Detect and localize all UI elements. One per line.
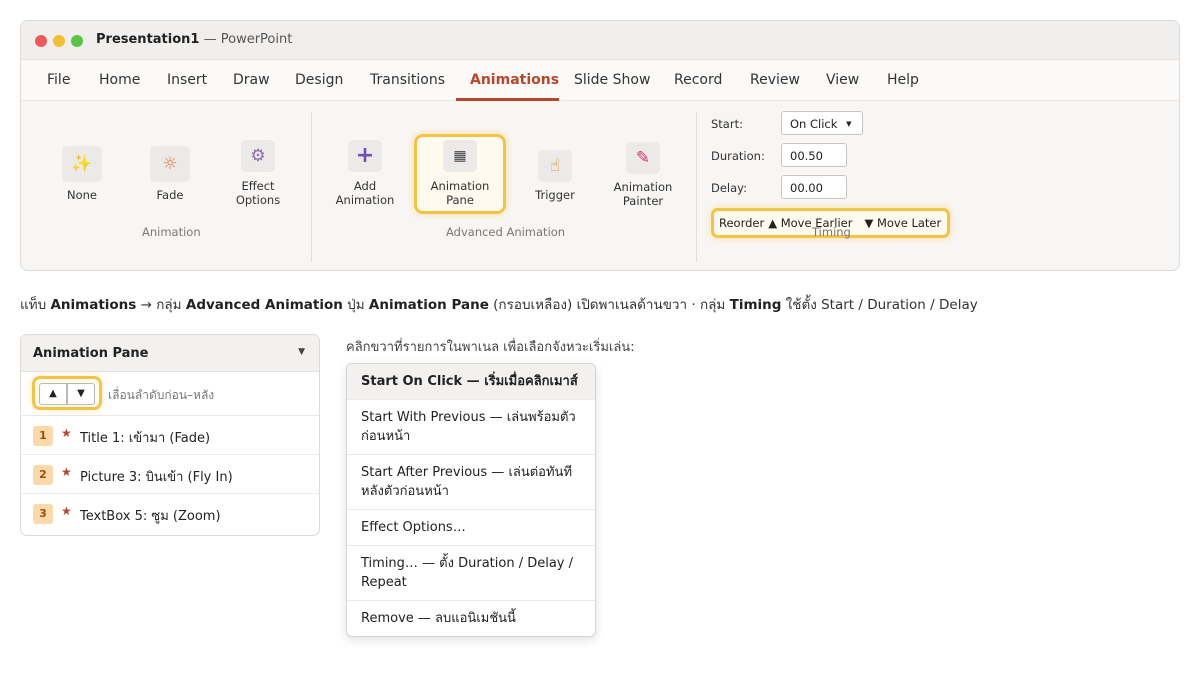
maximize-window-button[interactable]	[71, 35, 83, 47]
animation-item-label: TextBox 5: ซูม (Zoom)	[80, 509, 221, 524]
grid-icon: ▦	[443, 140, 477, 172]
sun-icon: ☼	[150, 146, 190, 182]
animation-painter-button[interactable]: ✎ Animation Painter	[609, 142, 677, 208]
menu-item-start-with-previous[interactable]: Start With Previous — เล่นพร้อมตัวก่อนหน…	[347, 400, 595, 455]
start-label: Start:	[711, 117, 743, 131]
caption-bold: Advanced Animation	[185, 297, 343, 313]
tab-transitions[interactable]: Transitions	[370, 72, 445, 88]
title-bar: Presentation1 — PowerPoint	[21, 21, 1179, 60]
order-badge: 2	[33, 465, 53, 485]
ribbon-divider	[696, 112, 697, 262]
tab-insert[interactable]: Insert	[167, 72, 207, 88]
context-menu-caption: คลิกขวาที่รายการในพาเนล เพื่อเลือกจังหวะ…	[346, 340, 635, 355]
add-animation-button[interactable]: + Add Animation	[334, 140, 396, 207]
star-icon: ★	[61, 426, 72, 440]
plus-icon: +	[348, 140, 382, 172]
animation-list-item[interactable]: 2 ★ Picture 3: บินเข้า (Fly In)	[21, 455, 319, 494]
animation-pane-label: Animation Pane	[430, 179, 490, 207]
start-dropdown[interactable]: On Click ▼	[781, 111, 863, 135]
reorder-arrows-highlight: ▲ ▼	[32, 376, 102, 410]
hand-pointer-icon: ☝	[538, 150, 572, 182]
caption-text: แท็บ	[20, 297, 51, 313]
tab-animations[interactable]: Animations	[470, 72, 559, 88]
window-title: Presentation1 — PowerPoint	[96, 32, 292, 47]
none-label: None	[66, 188, 97, 202]
order-badge: 3	[33, 504, 53, 524]
trigger-label: Trigger	[535, 188, 575, 202]
order-badge: 1	[33, 426, 53, 446]
chevron-down-icon: ▼	[846, 120, 852, 128]
menu-item-effect-options[interactable]: Effect Options…	[347, 510, 595, 546]
animation-pane-title: Animation Pane	[33, 346, 149, 361]
caption-text: → กลุ่ม	[136, 297, 186, 313]
caption-text: ปุ่ม	[342, 297, 369, 313]
menu-item-remove[interactable]: Remove — ลบแอนิเมชันนี้	[347, 601, 595, 636]
context-menu: Start On Click — เริ่มเมื่อคลิกเมาส์ Sta…	[346, 363, 596, 637]
ribbon-divider	[311, 112, 312, 262]
effect-options-label: Effect Options	[235, 179, 281, 207]
tab-record[interactable]: Record	[674, 72, 722, 88]
caption-bold: Timing	[729, 297, 782, 313]
move-down-button[interactable]: ▼	[67, 383, 95, 405]
trigger-button[interactable]: ☝ Trigger	[531, 150, 579, 202]
document-name: Presentation1	[96, 32, 200, 47]
chevron-down-icon[interactable]: ▼	[298, 347, 305, 357]
tab-draw[interactable]: Draw	[233, 72, 270, 88]
caption-bold: Animation Pane	[368, 297, 489, 313]
instruction-caption: แท็บ Animations → กลุ่ม Advanced Animati…	[20, 293, 978, 315]
reorder-hint: เลื่อนลำดับก่อน–หลัง	[108, 388, 215, 402]
brush-icon: ✎	[626, 142, 660, 174]
menu-item-timing[interactable]: Timing… — ตั้ง Duration / Delay / Repeat	[347, 546, 595, 601]
gear-icon: ⚙	[241, 140, 275, 172]
fade-label: Fade	[156, 188, 184, 202]
caption-text: ใช้ตั้ง Start / Duration / Delay	[781, 297, 978, 313]
tab-file[interactable]: File	[47, 72, 70, 88]
animation-pane-toolbar: ▲ ▼ เลื่อนลำดับก่อน–หลัง	[21, 372, 319, 416]
app-name: — PowerPoint	[199, 32, 293, 47]
animation-pane: Animation Pane ▼ ▲ ▼ เลื่อนลำดับก่อน–หลั…	[20, 334, 320, 536]
animation-pane-button[interactable]: ▦ Animation Pane	[428, 140, 492, 207]
timing-group-label: Timing	[812, 225, 851, 239]
fade-button[interactable]: ☼ Fade	[145, 146, 195, 202]
duration-label: Duration:	[711, 149, 765, 163]
effect-options-button[interactable]: ⚙ Effect Options	[228, 140, 288, 207]
sparkle-icon: ✨	[62, 146, 102, 182]
caption-text: (กรอบเหลือง) เปิดพาเนลด้านขวา · กลุ่ม	[488, 297, 730, 313]
start-value: On Click	[790, 117, 838, 131]
animation-list-item[interactable]: 1 ★ Title 1: เข้ามา (Fade)	[21, 416, 319, 455]
add-animation-label: Add Animation	[335, 179, 395, 207]
delay-field[interactable]: 00.00	[781, 175, 847, 199]
animation-painter-label: Animation Painter	[613, 180, 673, 208]
tab-review[interactable]: Review	[750, 72, 800, 88]
reorder-label: Reorder	[719, 216, 765, 230]
ribbon-tabs: File Home Insert Draw Design Transitions…	[21, 61, 1179, 101]
menu-item-start-after-previous[interactable]: Start After Previous — เล่นต่อทันทีหลังต…	[347, 455, 595, 510]
animation-list-item[interactable]: 3 ★ TextBox 5: ซูม (Zoom)	[21, 494, 319, 533]
close-window-button[interactable]	[35, 35, 47, 47]
duration-field[interactable]: 00.50	[781, 143, 847, 167]
move-later-button[interactable]: ▼ Move Later	[864, 216, 941, 230]
animation-item-label: Title 1: เข้ามา (Fade)	[80, 431, 211, 446]
tab-home[interactable]: Home	[99, 72, 140, 88]
tab-view[interactable]: View	[826, 72, 859, 88]
move-up-button[interactable]: ▲	[39, 383, 67, 405]
tab-design[interactable]: Design	[295, 72, 343, 88]
tab-slide-show[interactable]: Slide Show	[574, 72, 650, 88]
animation-group-label: Animation	[142, 225, 201, 239]
tab-help[interactable]: Help	[887, 72, 919, 88]
animation-pane-header: Animation Pane ▼	[21, 335, 319, 372]
active-tab-indicator	[456, 98, 559, 101]
minimize-window-button[interactable]	[53, 35, 65, 47]
animation-item-label: Picture 3: บินเข้า (Fly In)	[80, 470, 233, 485]
delay-label: Delay:	[711, 181, 748, 195]
none-button[interactable]: ✨ None	[57, 146, 107, 202]
caption-bold: Animations	[50, 297, 137, 313]
menu-item-start-on-click[interactable]: Start On Click — เริ่มเมื่อคลิกเมาส์	[347, 364, 595, 400]
star-icon: ★	[61, 504, 72, 518]
advanced-animation-group-label: Advanced Animation	[446, 225, 566, 239]
star-icon: ★	[61, 465, 72, 479]
